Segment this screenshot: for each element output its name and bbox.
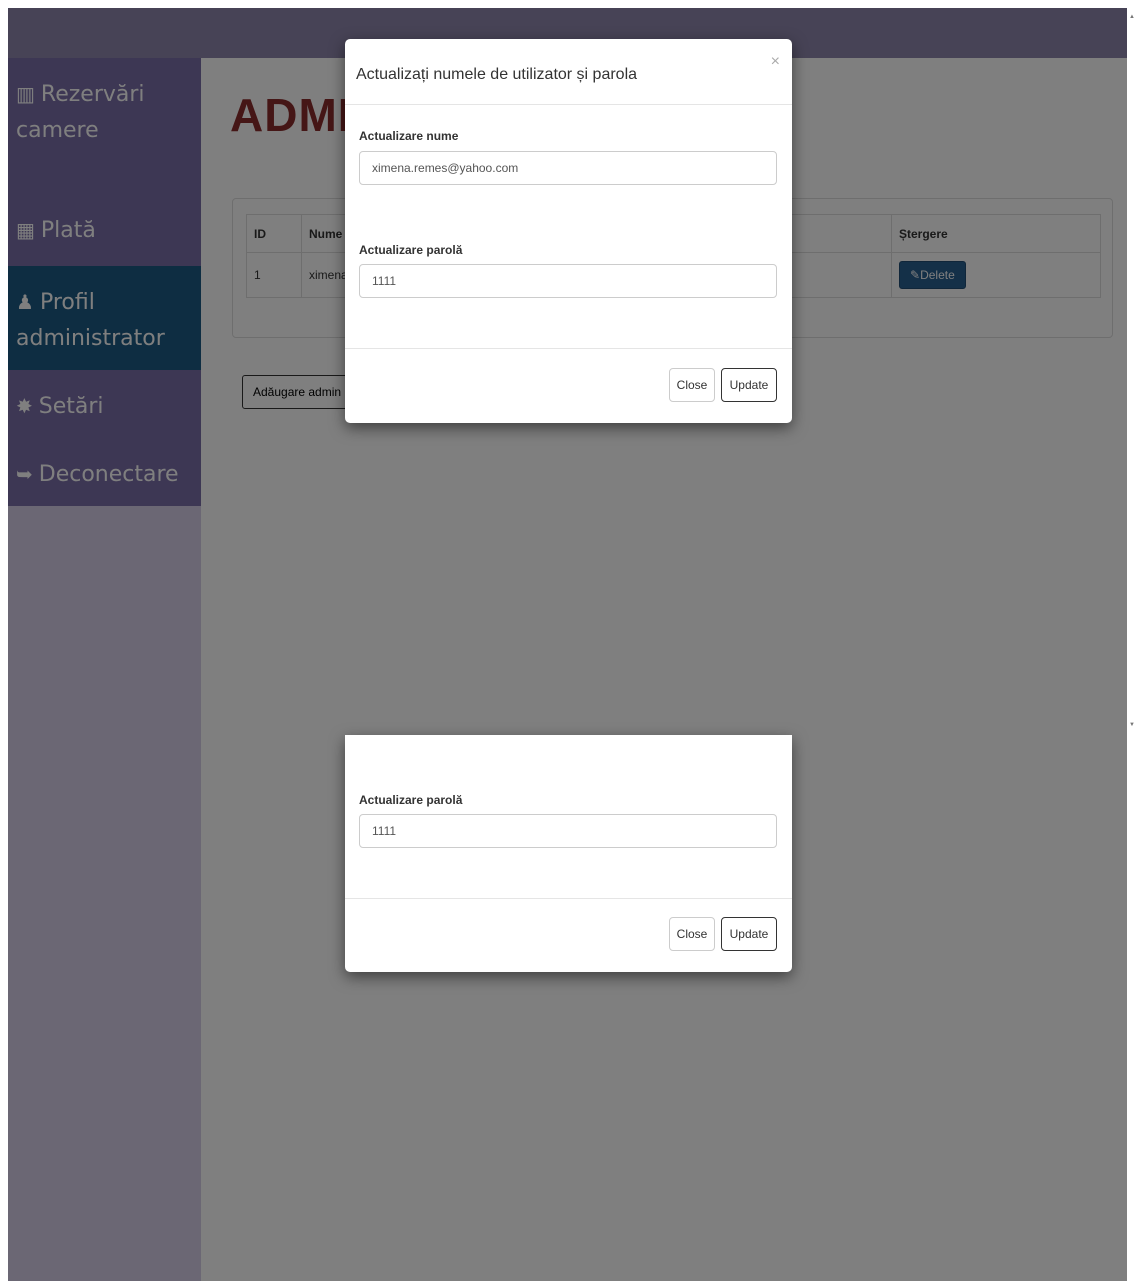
modal-footer-divider [345, 898, 792, 899]
update-password-input[interactable] [359, 264, 777, 298]
update-button[interactable]: Update [721, 917, 777, 951]
page-scrollbar[interactable] [1127, 0, 1135, 1281]
update-password-label: Actualizare parolă [359, 793, 463, 807]
update-name-label: Actualizare nume [359, 129, 459, 143]
modal-footer-divider [345, 348, 792, 349]
modal-header: Actualizați numele de utilizator și paro… [345, 39, 792, 105]
modal-title: Actualizați numele de utilizator și paro… [356, 66, 638, 83]
update-password-label: Actualizare parolă [359, 243, 463, 257]
scroll-up-arrow-icon[interactable]: ▲ [1129, 14, 1135, 20]
update-credentials-modal: Actualizați numele de utilizator și paro… [345, 39, 792, 423]
close-button[interactable]: Close [669, 368, 715, 402]
scroll-thumb-marker-icon[interactable]: ▼ [1129, 722, 1135, 728]
update-name-input[interactable] [359, 151, 777, 185]
update-credentials-modal-fragment: Actualizare parolă Close Update [345, 735, 792, 972]
update-button[interactable]: Update [721, 368, 777, 402]
update-password-input[interactable] [359, 814, 777, 848]
close-button[interactable]: Close [669, 917, 715, 951]
close-icon[interactable]: × [771, 53, 780, 71]
